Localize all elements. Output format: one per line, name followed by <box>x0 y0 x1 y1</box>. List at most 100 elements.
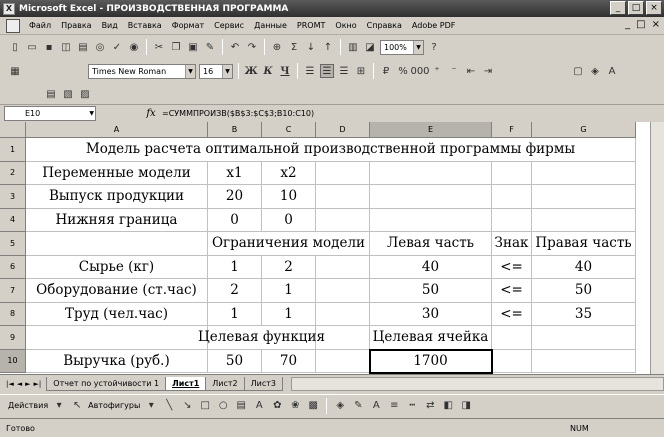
align-right-icon[interactable]: ☰ <box>337 64 351 78</box>
increase-decimal-icon[interactable]: ⁺ <box>430 64 444 78</box>
cell-a2[interactable]: Переменные модели <box>26 161 208 185</box>
save-icon[interactable]: ▪ <box>42 40 56 54</box>
vertical-scrollbar[interactable] <box>650 122 664 374</box>
doc-restore-button[interactable]: □ <box>636 19 645 30</box>
menu-file[interactable]: Файл <box>24 21 56 30</box>
cell-a9[interactable] <box>26 326 208 350</box>
undo-icon[interactable]: ↶ <box>228 40 242 54</box>
cell-a10[interactable]: Выручка (руб.) <box>26 349 208 373</box>
zoom-select[interactable]: 100% ▼ <box>380 39 424 55</box>
decrease-indent-icon[interactable]: ⇤ <box>464 64 478 78</box>
cell-b9[interactable]: Целевая функция <box>198 326 325 350</box>
row-header-3[interactable]: 3 <box>0 185 26 209</box>
redo-icon[interactable]: ↷ <box>245 40 259 54</box>
menu-help[interactable]: Справка <box>362 21 407 30</box>
arrow-icon[interactable]: ↘ <box>180 399 194 413</box>
research-icon[interactable]: ◉ <box>127 40 141 54</box>
cell-e6[interactable]: 40 <box>370 255 492 279</box>
paste-icon[interactable]: ▣ <box>186 40 200 54</box>
menu-format[interactable]: Формат <box>167 21 209 30</box>
cell-a1[interactable]: Модель расчета оптимальной производствен… <box>26 138 636 162</box>
row-header-2[interactable]: 2 <box>0 161 26 185</box>
name-box[interactable]: E10 ▼ <box>4 106 96 121</box>
select-objects-icon[interactable]: ↖ <box>70 399 84 413</box>
wordart-icon[interactable]: A <box>252 399 266 413</box>
tab-sheet3[interactable]: Лист3 <box>243 376 284 391</box>
cell-c10[interactable]: 70 <box>262 349 316 373</box>
spelling-icon[interactable]: ✓ <box>110 40 124 54</box>
cell-e4[interactable] <box>370 208 492 232</box>
cell-e9[interactable]: Целевая ячейка <box>370 326 492 350</box>
help-icon[interactable]: ? <box>427 40 441 54</box>
cell-a6[interactable]: Сырье (кг) <box>26 255 208 279</box>
worksheet-grid[interactable]: A B C D E F G 1 Модель расчета оптимальной произ… <box>0 122 664 374</box>
menu-data[interactable]: Данные <box>249 21 292 30</box>
minimize-button[interactable]: _ <box>610 1 626 15</box>
chart-wizard-icon[interactable]: ▥ <box>346 40 360 54</box>
row-header-1[interactable]: 1 <box>0 138 26 162</box>
print-preview-icon[interactable]: ◎ <box>93 40 107 54</box>
excel-app-icon[interactable]: X <box>3 2 15 15</box>
oval-icon[interactable]: ○ <box>216 399 230 413</box>
menu-insert[interactable]: Вставка <box>123 21 167 30</box>
hyperlink-icon[interactable]: ⊕ <box>270 40 284 54</box>
fill-color-icon[interactable]: ◈ <box>588 64 602 78</box>
new-document-icon[interactable]: ▯ <box>8 40 22 54</box>
line-color-icon[interactable]: ✎ <box>351 399 365 413</box>
currency-icon[interactable]: ₽ <box>379 64 393 78</box>
column-header-g[interactable]: G <box>532 122 636 138</box>
cell-f9[interactable] <box>492 326 532 350</box>
textbox-icon[interactable]: ▤ <box>234 399 248 413</box>
cell-g3[interactable] <box>532 185 636 209</box>
cell-f2[interactable] <box>492 161 532 185</box>
borders-icon[interactable]: ▢ <box>571 64 585 78</box>
cell-e2[interactable] <box>370 161 492 185</box>
cell-d7[interactable] <box>316 279 370 303</box>
select-all-corner[interactable] <box>0 122 26 138</box>
cell-c4[interactable]: 0 <box>262 208 316 232</box>
cell-f3[interactable] <box>492 185 532 209</box>
tab-sheet2[interactable]: Лист2 <box>205 376 245 391</box>
sort-ascending-icon[interactable]: ↓ <box>304 40 318 54</box>
tab-sheet1[interactable]: Лист1 <box>165 376 207 391</box>
merge-center-icon[interactable]: ⊞ <box>354 64 368 78</box>
line-icon[interactable]: ╲ <box>162 399 176 413</box>
last-sheet-button[interactable]: ►| <box>34 380 42 388</box>
cell-c6[interactable]: 2 <box>262 255 316 279</box>
autosum-icon[interactable]: Σ <box>287 40 301 54</box>
3d-icon[interactable]: ◨ <box>459 399 473 413</box>
row-header-4[interactable]: 4 <box>0 208 26 232</box>
formula-input[interactable]: =СУММПРОИЗВ($B$3:$C$3;B10:C10) <box>162 109 314 118</box>
toolbar-button-c-icon[interactable]: ▨ <box>78 87 92 101</box>
toolbar-button-a-icon[interactable]: ▤ <box>44 87 58 101</box>
cell-g8[interactable]: 35 <box>532 302 636 326</box>
row-header-5[interactable]: 5 <box>0 232 26 256</box>
sort-descending-icon[interactable]: ↑ <box>321 40 335 54</box>
cell-g4[interactable] <box>532 208 636 232</box>
print-icon[interactable]: ▤ <box>76 40 90 54</box>
cell-f4[interactable] <box>492 208 532 232</box>
cell-e5[interactable]: Левая часть <box>370 232 492 256</box>
document-icon[interactable] <box>6 18 20 33</box>
row-header-10[interactable]: 10 <box>0 349 26 373</box>
menu-edit[interactable]: Правка <box>56 21 96 30</box>
open-folder-icon[interactable]: ▭ <box>25 40 39 54</box>
cell-c3[interactable]: 10 <box>262 185 316 209</box>
next-sheet-button[interactable]: ► <box>25 380 30 388</box>
cell-b4[interactable]: 0 <box>208 208 262 232</box>
doc-minimize-button[interactable]: _ <box>625 19 630 30</box>
cell-d6[interactable] <box>316 255 370 279</box>
cell-f7[interactable]: <= <box>492 279 532 303</box>
cell-g10[interactable] <box>532 349 636 373</box>
increase-indent-icon[interactable]: ⇥ <box>481 64 495 78</box>
cell-a5[interactable] <box>26 232 208 256</box>
cell-e3[interactable] <box>370 185 492 209</box>
cell-c8[interactable]: 1 <box>262 302 316 326</box>
percent-icon[interactable]: % <box>396 64 410 78</box>
cut-icon[interactable]: ✂ <box>152 40 166 54</box>
cell-d2[interactable] <box>316 161 370 185</box>
cell-d8[interactable] <box>316 302 370 326</box>
menu-view[interactable]: Вид <box>97 21 123 30</box>
row-header-8[interactable]: 8 <box>0 302 26 326</box>
cell-f10[interactable] <box>492 349 532 373</box>
